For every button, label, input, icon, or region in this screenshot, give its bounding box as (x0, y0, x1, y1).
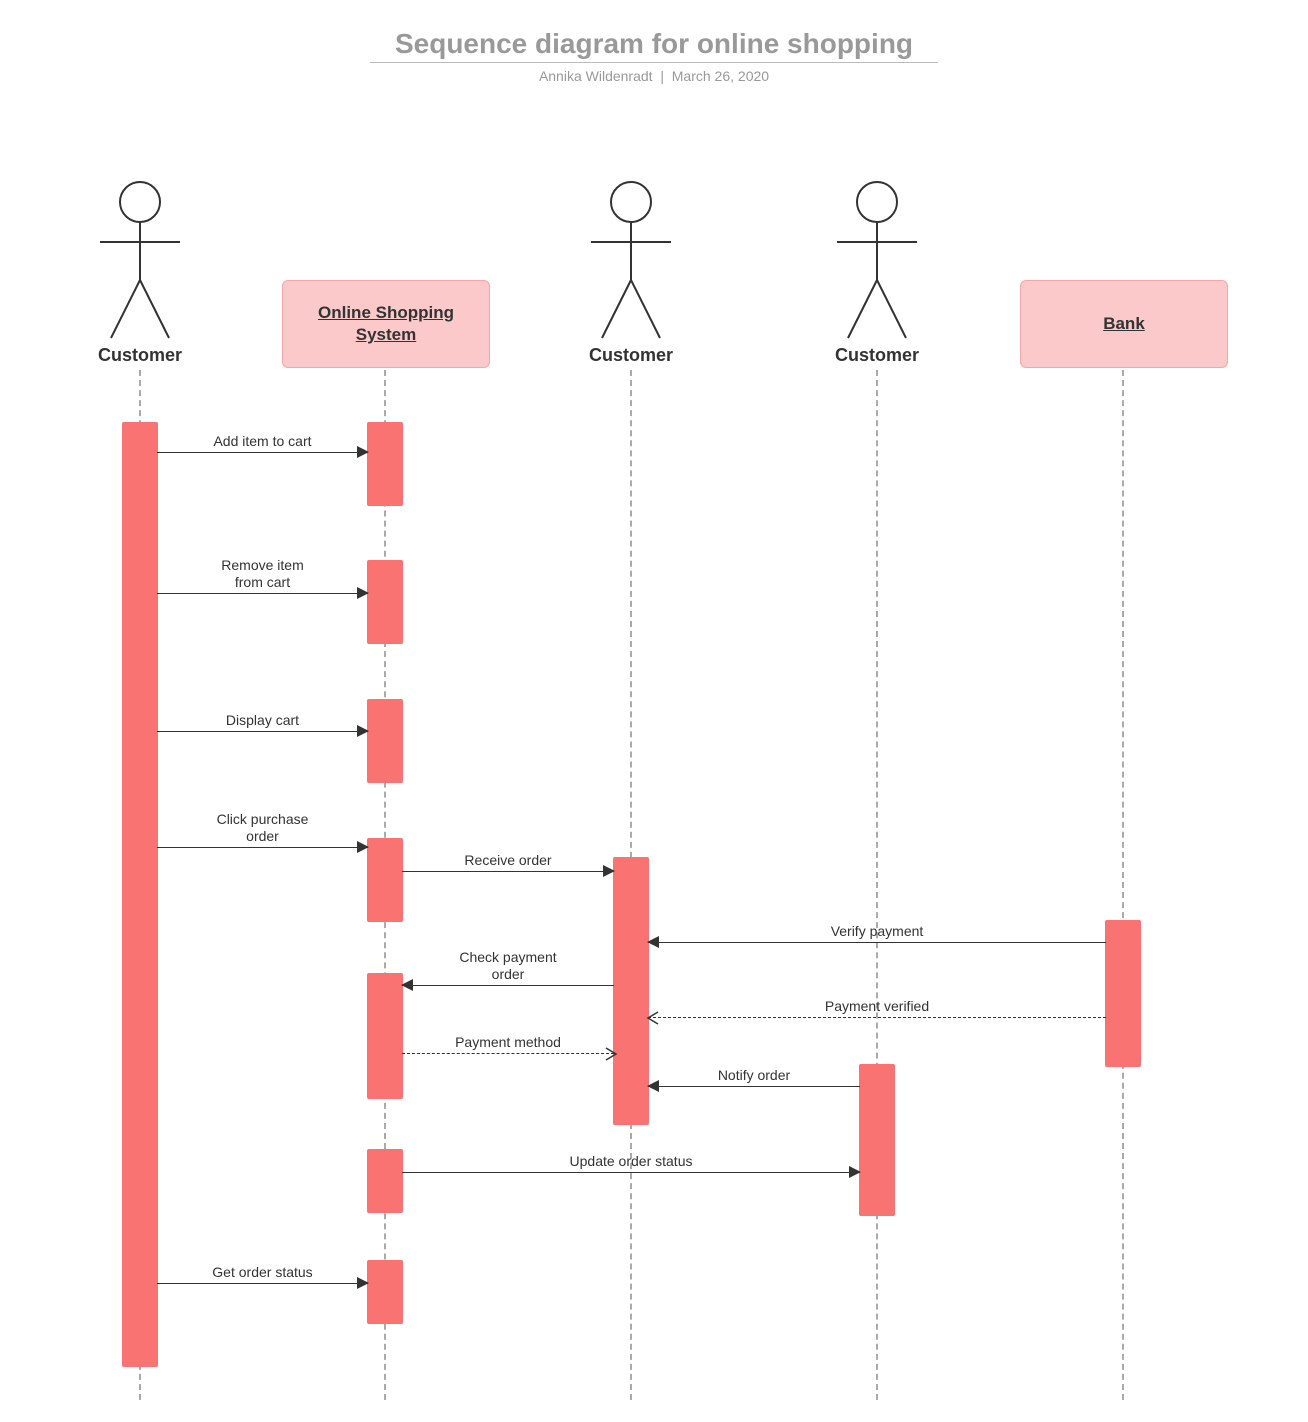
activation-bank (1105, 920, 1141, 1067)
message-label: Click purchase order (157, 811, 368, 845)
message-label: Verify payment (648, 923, 1106, 940)
system-box-bank: Bank (1020, 280, 1228, 368)
activation-system (367, 973, 403, 1099)
activation-system (367, 838, 403, 922)
message: Payment verified (648, 1003, 1106, 1023)
actor-icon (588, 180, 674, 345)
message-line (648, 1086, 860, 1087)
message-line (157, 452, 368, 453)
message-line (402, 1172, 860, 1173)
message-label: Notify order (648, 1067, 860, 1084)
message-line (402, 871, 614, 872)
page-title: Sequence diagram for online shopping (0, 28, 1308, 60)
activation-system (367, 1149, 403, 1213)
actor-icon (97, 180, 183, 345)
message-label: Receive order (402, 852, 614, 869)
activation-system (367, 560, 403, 644)
message-line (157, 1283, 368, 1284)
message: Get order status (157, 1269, 368, 1289)
lane-label-customer1: Customer (98, 345, 182, 366)
message-line (157, 847, 368, 848)
message: Add item to cart (157, 438, 368, 458)
date: March 26, 2020 (672, 68, 769, 84)
message-label: Update order status (402, 1153, 860, 1170)
author: Annika Wildenradt (539, 68, 653, 84)
lane-label-customer3: Customer (835, 345, 919, 366)
activation-system (367, 422, 403, 506)
system-box-system: Online Shopping System (282, 280, 490, 368)
title-underline (370, 62, 938, 63)
message-line (648, 942, 1106, 943)
message: Payment method (402, 1039, 614, 1059)
message: Click purchase order (157, 833, 368, 853)
actor-icon (834, 180, 920, 345)
message-label: Remove item from cart (157, 557, 368, 591)
lane-label-customer2: Customer (589, 345, 673, 366)
message-line (648, 1017, 1106, 1018)
message-line (402, 1053, 614, 1054)
message-label: Payment verified (648, 998, 1106, 1015)
activation-customer1 (122, 422, 158, 1367)
message: Notify order (648, 1072, 860, 1092)
message: Verify payment (648, 928, 1106, 948)
message-line (157, 593, 368, 594)
message: Receive order (402, 857, 614, 877)
message: Update order status (402, 1158, 860, 1178)
message-label: Add item to cart (157, 433, 368, 450)
activation-customer3 (859, 1064, 895, 1216)
message: Remove item from cart (157, 579, 368, 599)
message-line (157, 731, 368, 732)
activation-system (367, 699, 403, 783)
message-label: Get order status (157, 1264, 368, 1281)
lifeline-bank (1122, 370, 1124, 1400)
message-label: Payment method (402, 1034, 614, 1051)
message: Display cart (157, 717, 368, 737)
activation-system (367, 1260, 403, 1324)
message: Check payment order (402, 971, 614, 991)
activation-customer2 (613, 857, 649, 1125)
message-line (402, 985, 614, 986)
page-meta: Annika Wildenradt | March 26, 2020 (0, 68, 1308, 84)
message-label: Display cart (157, 712, 368, 729)
lifeline-customer3 (876, 370, 878, 1400)
message-label: Check payment order (402, 949, 614, 983)
